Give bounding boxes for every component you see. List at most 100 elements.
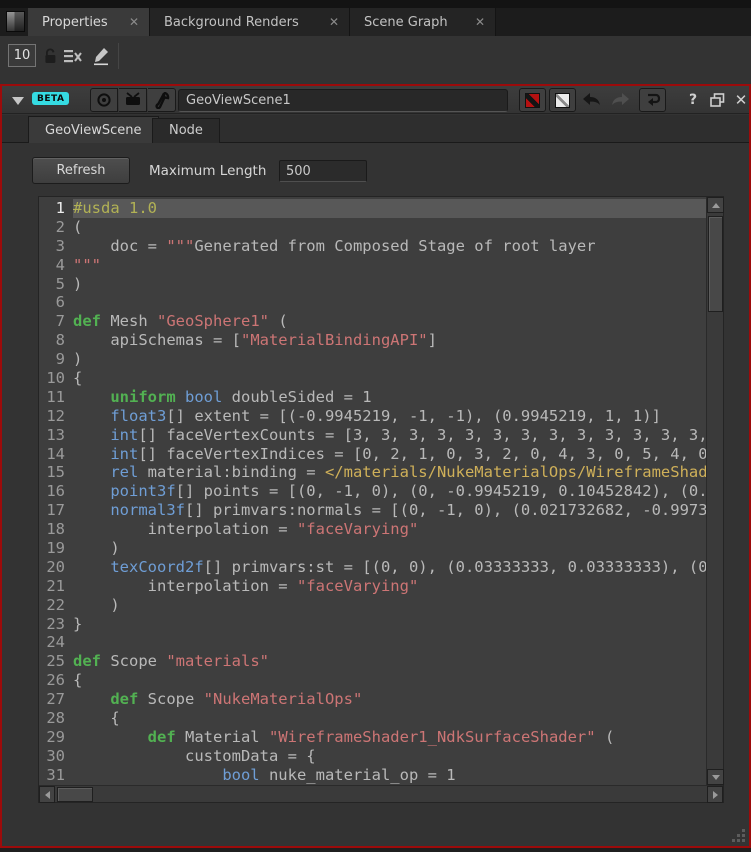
float-window-icon: [710, 93, 725, 107]
code-line[interactable]: 25def Scope "materials": [39, 652, 706, 671]
scroll-down-button[interactable]: [707, 769, 724, 785]
code-line[interactable]: 14 int[] faceVertexIndices = [0, 2, 1, 0…: [39, 445, 706, 464]
float-panel-button[interactable]: [706, 90, 728, 110]
maximum-length-label: Maximum Length: [149, 163, 266, 179]
scroll-up-button[interactable]: [707, 197, 724, 213]
code-line[interactable]: 5): [39, 275, 706, 294]
code-line[interactable]: 13 int[] faceVertexCounts = [3, 3, 3, 3,…: [39, 426, 706, 445]
node-name-input[interactable]: [178, 89, 508, 112]
undo-icon: [582, 93, 602, 107]
tab-scene-graph[interactable]: Scene Graph ✕: [350, 8, 496, 36]
line-number: 24: [39, 633, 73, 652]
code-line-text: def Material "WireframeShader1_NdkSurfac…: [73, 728, 706, 747]
scroll-right-button[interactable]: [707, 786, 723, 803]
code-line[interactable]: 28 {: [39, 709, 706, 728]
code-viewport[interactable]: 1#usda 1.02(3 doc = """Generated from Co…: [39, 197, 706, 785]
code-line[interactable]: 21 interpolation = "faceVarying": [39, 577, 706, 596]
monitor-icon: [124, 92, 142, 108]
close-panel-button[interactable]: ✕: [730, 90, 751, 110]
beta-badge: BETA: [32, 92, 69, 105]
code-line[interactable]: 3 doc = """Generated from Composed Stage…: [39, 237, 706, 256]
tab-geoviewscene[interactable]: GeoViewScene: [28, 116, 159, 143]
line-number: 22: [39, 596, 73, 615]
show-in-viewer-button[interactable]: [119, 88, 147, 112]
code-line[interactable]: 31 bool nuke_material_op = 1: [39, 766, 706, 785]
code-line-text: def Scope "materials": [73, 652, 706, 671]
tab-properties[interactable]: Properties ✕: [28, 8, 150, 36]
code-line-text: normal3f[] primvars:normals = [(0, -1, 0…: [73, 501, 706, 520]
code-line[interactable]: 12 float3[] extent = [(-0.9945219, -1, -…: [39, 407, 706, 426]
code-line-text: uniform bool doubleSided = 1: [73, 388, 706, 407]
code-line[interactable]: 11 uniform bool doubleSided = 1: [39, 388, 706, 407]
tab-background-renders[interactable]: Background Renders ✕: [150, 8, 350, 36]
code-line-text: def Mesh "GeoSphere1" (: [73, 312, 706, 331]
code-line[interactable]: 27 def Scope "NukeMaterialOps": [39, 690, 706, 709]
refresh-button[interactable]: Refresh: [32, 157, 130, 184]
code-line[interactable]: 18 interpolation = "faceVarying": [39, 520, 706, 539]
undo-button[interactable]: [581, 90, 603, 110]
tab-label: Node: [169, 123, 203, 138]
code-line-text: ): [73, 539, 706, 558]
help-button[interactable]: ?: [682, 90, 704, 110]
close-icon[interactable]: ✕: [129, 15, 139, 29]
usda-code-editor: 1#usda 1.02(3 doc = """Generated from Co…: [38, 196, 724, 803]
line-number: 16: [39, 482, 73, 501]
node-color-button[interactable]: [519, 88, 546, 112]
code-line[interactable]: 20 texCoord2f[] primvars:st = [(0, 0), (…: [39, 558, 706, 577]
close-icon[interactable]: ✕: [475, 15, 485, 29]
code-line[interactable]: 29 def Material "WireframeShader1_NdkSur…: [39, 728, 706, 747]
scroll-left-button[interactable]: [39, 786, 55, 803]
code-line[interactable]: 4""": [39, 256, 706, 275]
target-icon: [96, 92, 112, 108]
tab-label: Scene Graph: [364, 15, 448, 30]
edit-pencil-icon[interactable]: [90, 44, 112, 67]
code-line[interactable]: 8 apiSchemas = ["MaterialBindingAPI"]: [39, 331, 706, 350]
code-line[interactable]: 24: [39, 633, 706, 652]
vertical-scroll-thumb[interactable]: [708, 216, 723, 312]
code-line[interactable]: 16 point3f[] points = [(0, -1, 0), (0, -…: [39, 482, 706, 501]
code-line-text: point3f[] points = [(0, -1, 0), (0, -0.9…: [73, 482, 706, 501]
revert-button[interactable]: [639, 88, 666, 112]
tab-node[interactable]: Node: [152, 118, 220, 143]
code-line[interactable]: 7def Mesh "GeoSphere1" (: [39, 312, 706, 331]
close-icon[interactable]: ✕: [329, 15, 339, 29]
close-all-panels-icon[interactable]: [62, 44, 84, 67]
code-line[interactable]: 10{: [39, 369, 706, 388]
line-number: 5: [39, 275, 73, 294]
line-number: 12: [39, 407, 73, 426]
code-line[interactable]: 23}: [39, 615, 706, 634]
resize-grip[interactable]: [731, 828, 745, 842]
line-number: 7: [39, 312, 73, 331]
properties-toolbar: [0, 36, 751, 84]
redo-button[interactable]: [609, 90, 631, 110]
code-line-text: customData = {: [73, 747, 706, 766]
pane-menu-button[interactable]: [6, 11, 25, 32]
code-line[interactable]: 2(: [39, 218, 706, 237]
line-number: 18: [39, 520, 73, 539]
code-line[interactable]: 26{: [39, 671, 706, 690]
revert-arrow-icon: [644, 92, 661, 108]
maximum-length-input[interactable]: [279, 160, 367, 182]
code-line[interactable]: 22 ): [39, 596, 706, 615]
horizontal-scrollbar[interactable]: [39, 785, 723, 802]
code-line[interactable]: 19 ): [39, 539, 706, 558]
max-panels-input[interactable]: [8, 44, 36, 67]
line-number: 13: [39, 426, 73, 445]
code-line[interactable]: 6: [39, 293, 706, 312]
code-line-text: ): [73, 596, 706, 615]
code-line[interactable]: 15 rel material:binding = </materials/Nu…: [39, 463, 706, 482]
line-number: 28: [39, 709, 73, 728]
horizontal-scroll-thumb[interactable]: [57, 787, 93, 802]
code-line[interactable]: 30 customData = {: [39, 747, 706, 766]
gl-color-button[interactable]: [549, 88, 576, 112]
settings-button[interactable]: [148, 88, 176, 112]
line-number: 6: [39, 293, 73, 312]
vertical-scrollbar[interactable]: [706, 197, 723, 785]
center-node-button[interactable]: [90, 88, 118, 112]
collapse-triangle-icon[interactable]: [12, 97, 24, 105]
lock-icon[interactable]: [40, 44, 62, 67]
code-line[interactable]: 1#usda 1.0: [39, 199, 706, 218]
code-line[interactable]: 17 normal3f[] primvars:normals = [(0, -1…: [39, 501, 706, 520]
code-line[interactable]: 9): [39, 350, 706, 369]
redo-icon: [610, 93, 630, 107]
